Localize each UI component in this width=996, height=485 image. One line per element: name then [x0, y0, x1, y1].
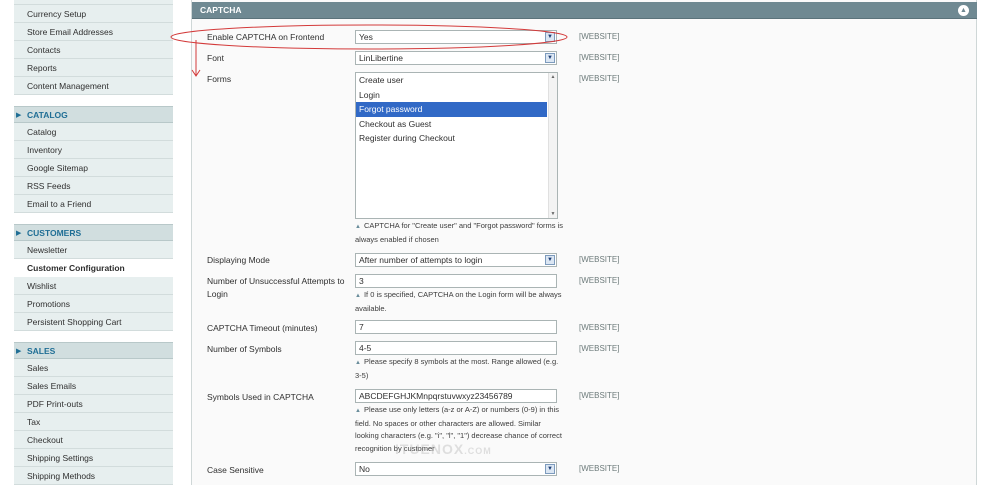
- chevron-down-icon[interactable]: ▼: [545, 255, 555, 265]
- forms-option-create-user[interactable]: Create user: [356, 73, 547, 88]
- sidebar-item-customer-configuration[interactable]: Customer Configuration: [14, 259, 173, 277]
- sidebar-section-customers: ▶ CUSTOMERS: [14, 224, 173, 241]
- scope-label: [WEBSITE]: [579, 32, 620, 41]
- symbols-count-input[interactable]: 4-5: [355, 341, 557, 355]
- scroll-up-icon[interactable]: ▲: [549, 73, 557, 81]
- captcha-config-panel: CAPTCHA ▲ Enable CAPTCHA on Frontend Yes…: [191, 0, 977, 485]
- sidebar-item-sales[interactable]: Sales: [14, 359, 173, 377]
- font-label: Font: [207, 53, 225, 63]
- sidebar-item-checkout[interactable]: Checkout: [14, 431, 173, 449]
- sidebar-item-persistent-shopping-cart[interactable]: Persistent Shopping Cart: [14, 313, 173, 331]
- forms-label: Forms: [207, 74, 232, 84]
- scope-label: [WEBSITE]: [579, 276, 620, 285]
- note-triangle-icon: ▲: [355, 224, 361, 230]
- forms-note-text: CAPTCHA for "Create user" and "Forgot pa…: [355, 221, 564, 244]
- section-arrow-icon: ▶: [16, 348, 22, 355]
- scope-label: [WEBSITE]: [579, 391, 620, 400]
- displaying-mode-value: After number of attempts to login: [359, 255, 483, 265]
- panel-title: CAPTCHA: [200, 5, 242, 15]
- sidebar-item-email-to-a-friend[interactable]: Email to a Friend: [14, 195, 173, 213]
- note-triangle-icon: ▲: [355, 408, 361, 414]
- section-arrow-icon: ▶: [16, 230, 22, 237]
- scope-label: [WEBSITE]: [579, 74, 620, 83]
- collapse-icon[interactable]: ▲: [958, 5, 969, 16]
- forms-option-login[interactable]: Login: [356, 88, 547, 103]
- timeout-label: CAPTCHA Timeout (minutes): [207, 323, 318, 333]
- sidebar-item-wishlist[interactable]: Wishlist: [14, 277, 173, 295]
- chevron-down-icon[interactable]: ▼: [545, 464, 555, 474]
- sidebar-item-shipping-methods[interactable]: Shipping Methods: [14, 467, 173, 485]
- attempts-input[interactable]: 3: [355, 274, 557, 288]
- note-triangle-icon: ▲: [355, 293, 361, 299]
- font-value: LinLibertine: [359, 53, 403, 63]
- sidebar-gap: [14, 331, 173, 342]
- sidebar-section-title: SALES: [27, 346, 56, 356]
- sidebar-item-google-sitemap[interactable]: Google Sitemap: [14, 159, 173, 177]
- enable-captcha-value: Yes: [359, 32, 373, 42]
- sidebar-item-rss-feeds[interactable]: RSS Feeds: [14, 177, 173, 195]
- forms-multiselect[interactable]: Create user Login Forgot password Checko…: [355, 72, 558, 219]
- sidebar-item-tax[interactable]: Tax: [14, 413, 173, 431]
- watermark-main: ITUENOX: [395, 441, 465, 457]
- scope-label: [WEBSITE]: [579, 323, 620, 332]
- case-sensitive-label: Case Sensitive: [207, 465, 264, 475]
- scope-label: [WEBSITE]: [579, 344, 620, 353]
- symbols-count-note: ▲ Please specify 8 symbols at the most. R…: [355, 356, 565, 382]
- forms-option-forgot-password[interactable]: Forgot password: [356, 102, 547, 117]
- displaying-mode-label: Displaying Mode: [207, 255, 270, 265]
- sidebar: Currency Setup Store Email Addresses Con…: [14, 0, 173, 485]
- sidebar-gap: [14, 213, 173, 224]
- timeout-input[interactable]: 7: [355, 320, 557, 334]
- forms-note: ▲ CAPTCHA for "Create user" and "Forgot p…: [355, 220, 565, 246]
- sidebar-item-store-email-addresses[interactable]: Store Email Addresses: [14, 23, 173, 41]
- sidebar-item-sales-emails[interactable]: Sales Emails: [14, 377, 173, 395]
- scope-label: [WEBSITE]: [579, 255, 620, 264]
- font-select[interactable]: LinLibertine ▼: [355, 51, 557, 65]
- scroll-down-icon[interactable]: ▼: [549, 210, 557, 218]
- chevron-down-icon[interactable]: ▼: [545, 53, 555, 63]
- symbols-count-label: Number of Symbols: [207, 344, 282, 354]
- panel-header[interactable]: CAPTCHA ▲: [192, 2, 977, 19]
- symbols-used-input[interactable]: ABCDEFGHJKMnpqrstuvwxyz23456789: [355, 389, 557, 403]
- forms-option-checkout-as-guest[interactable]: Checkout as Guest: [356, 117, 547, 132]
- displaying-mode-select[interactable]: After number of attempts to login ▼: [355, 253, 557, 267]
- section-arrow-icon: ▶: [16, 112, 22, 119]
- sidebar-item-content-management[interactable]: Content Management: [14, 77, 173, 95]
- enable-captcha-select[interactable]: Yes ▼: [355, 30, 557, 44]
- watermark: ITUENOX.COM: [395, 441, 492, 457]
- sidebar-item-promotions[interactable]: Promotions: [14, 295, 173, 313]
- attempts-note: ▲ If 0 is specified, CAPTCHA on the Login…: [355, 289, 565, 315]
- sidebar-item-contacts[interactable]: Contacts: [14, 41, 173, 59]
- scope-label: [WEBSITE]: [579, 53, 620, 62]
- sidebar-item-pdf-print-outs[interactable]: PDF Print-outs: [14, 395, 173, 413]
- attempts-label: Number of Unsuccessful Attempts to Login: [207, 276, 345, 299]
- case-sensitive-select[interactable]: No ▼: [355, 462, 557, 476]
- case-sensitive-value: No: [359, 464, 370, 474]
- attempts-note-text: If 0 is specified, CAPTCHA on the Login …: [355, 290, 562, 313]
- sidebar-section-title: CATALOG: [27, 110, 68, 120]
- note-triangle-icon: ▲: [355, 360, 361, 366]
- sidebar-section-sales: ▶ SALES: [14, 342, 173, 359]
- forms-scrollbar[interactable]: ▲ ▼: [548, 73, 557, 218]
- sidebar-item-catalog[interactable]: Catalog: [14, 123, 173, 141]
- sidebar-item-newsletter[interactable]: Newsletter: [14, 241, 173, 259]
- sidebar-item-inventory[interactable]: Inventory: [14, 141, 173, 159]
- sidebar-section-title: CUSTOMERS: [27, 228, 82, 238]
- sidebar-item-reports[interactable]: Reports: [14, 59, 173, 77]
- sidebar-gap: [14, 95, 173, 106]
- sidebar-item-shipping-settings[interactable]: Shipping Settings: [14, 449, 173, 467]
- symbols-used-label: Symbols Used in CAPTCHA: [207, 392, 314, 402]
- enable-captcha-label: Enable CAPTCHA on Frontend: [207, 32, 325, 42]
- sidebar-item-currency-setup[interactable]: Currency Setup: [14, 5, 173, 23]
- chevron-down-icon[interactable]: ▼: [545, 32, 555, 42]
- scope-label: [WEBSITE]: [579, 464, 620, 473]
- sidebar-section-catalog: ▶ CATALOG: [14, 106, 173, 123]
- forms-option-register-during-checkout[interactable]: Register during Checkout: [356, 131, 547, 146]
- symbols-count-note-text: Please specify 8 symbols at the most. Ra…: [355, 357, 559, 380]
- watermark-suffix: .COM: [464, 446, 492, 456]
